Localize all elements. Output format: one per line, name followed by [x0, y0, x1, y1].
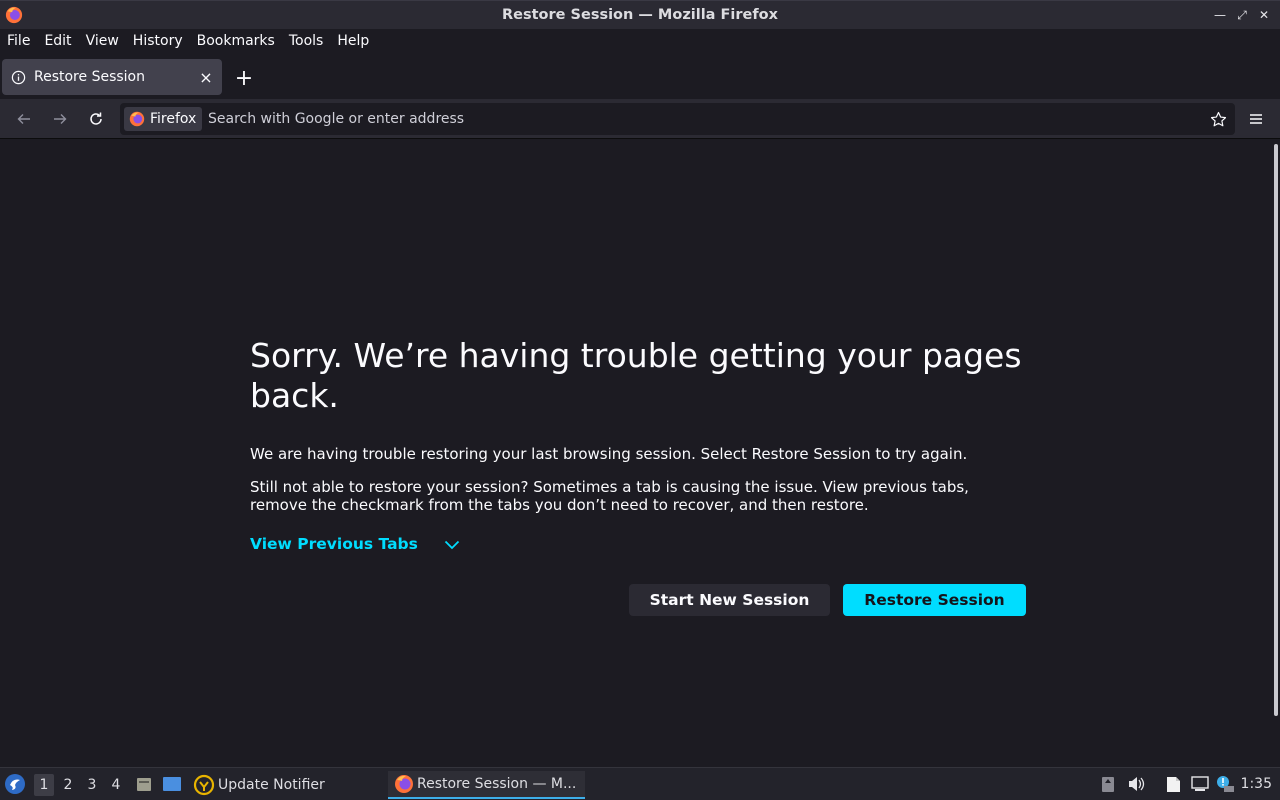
menu-help[interactable]: Help — [337, 33, 369, 49]
restore-help-text: Still not able to restore your session? … — [250, 478, 969, 514]
minimize-icon[interactable]: — — [1212, 5, 1228, 25]
workspace-1[interactable]: 1 — [34, 774, 54, 796]
identity-label: Firefox — [150, 111, 197, 127]
menu-view[interactable]: View — [86, 33, 119, 49]
reload-icon[interactable] — [84, 107, 108, 131]
chevron-down-icon — [444, 540, 459, 550]
view-previous-tabs-label: View Previous Tabs — [250, 535, 418, 553]
start-new-session-button[interactable]: Start New Session — [629, 584, 830, 616]
page-headline: Sorry. We’re having trouble getting your… — [250, 336, 1022, 415]
clipboard-icon[interactable] — [1098, 774, 1118, 794]
notes-icon[interactable] — [1163, 774, 1183, 794]
window-controls: — ⤢ ✕ — [1212, 5, 1272, 25]
desktop-icon[interactable] — [162, 774, 182, 794]
page-content: Sorry. We’re having trouble getting your… — [0, 140, 1280, 767]
url-bar[interactable]: Firefox — [120, 103, 1235, 135]
menu-history[interactable]: History — [133, 33, 183, 49]
clock: 1:35 — [1240, 776, 1272, 792]
network-icon[interactable] — [1190, 774, 1210, 794]
window-title: Restore Session — Mozilla Firefox — [501, 7, 778, 23]
address-input[interactable] — [208, 103, 1188, 135]
navigation-toolbar: Firefox — [0, 99, 1280, 139]
back-arrow-icon[interactable] — [12, 107, 36, 131]
workspace-3[interactable]: 3 — [82, 774, 102, 796]
restore-session-button[interactable]: Restore Session — [843, 584, 1026, 616]
tab-strip: Restore Session × + — [0, 53, 1280, 99]
window-titlebar: Restore Session — Mozilla Firefox — ⤢ ✕ — [0, 0, 1280, 29]
taskbar: 1 2 3 4 Update Notifier Restore Session … — [0, 767, 1280, 800]
volume-icon[interactable] — [1126, 774, 1146, 794]
file-manager-icon[interactable] — [134, 774, 154, 794]
vertical-scrollbar[interactable] — [1274, 144, 1278, 716]
update-info-icon[interactable] — [1216, 774, 1236, 794]
view-previous-tabs-toggle[interactable]: View Previous Tabs — [250, 535, 460, 553]
menu-bookmarks[interactable]: Bookmarks — [197, 33, 275, 49]
start-menu-icon[interactable] — [4, 773, 26, 795]
taskbar-app-update-notifier[interactable]: Update Notifier — [193, 771, 325, 799]
tab-restore-session[interactable]: Restore Session × — [2, 59, 222, 95]
menu-tools[interactable]: Tools — [289, 33, 324, 49]
close-icon[interactable]: ✕ — [1256, 5, 1272, 25]
taskbar-app-label: Update Notifier — [218, 777, 325, 793]
taskbar-app-firefox[interactable]: Restore Session — M... — [388, 771, 585, 799]
identity-box[interactable]: Firefox — [124, 107, 202, 131]
firefox-icon — [129, 111, 145, 127]
workspace-2[interactable]: 2 — [58, 774, 78, 796]
forward-arrow-icon[interactable] — [48, 107, 72, 131]
update-notifier-icon — [193, 774, 215, 796]
firefox-icon — [395, 775, 413, 793]
new-tab-icon[interactable]: + — [232, 66, 256, 91]
info-icon — [11, 70, 26, 84]
menu-edit[interactable]: Edit — [44, 33, 71, 49]
menu-bar: File Edit View History Bookmarks Tools H… — [0, 29, 1280, 53]
restore-description: We are having trouble restoring your las… — [250, 445, 968, 463]
bookmark-star-icon[interactable] — [1207, 108, 1229, 130]
hamburger-menu-icon[interactable] — [1244, 107, 1268, 131]
taskbar-app-label: Restore Session — M... — [417, 776, 577, 792]
workspace-4[interactable]: 4 — [106, 774, 126, 796]
menu-file[interactable]: File — [7, 33, 30, 49]
close-tab-icon[interactable]: × — [194, 65, 218, 89]
maximize-icon[interactable]: ⤢ — [1234, 5, 1250, 25]
tab-label: Restore Session — [34, 69, 145, 85]
